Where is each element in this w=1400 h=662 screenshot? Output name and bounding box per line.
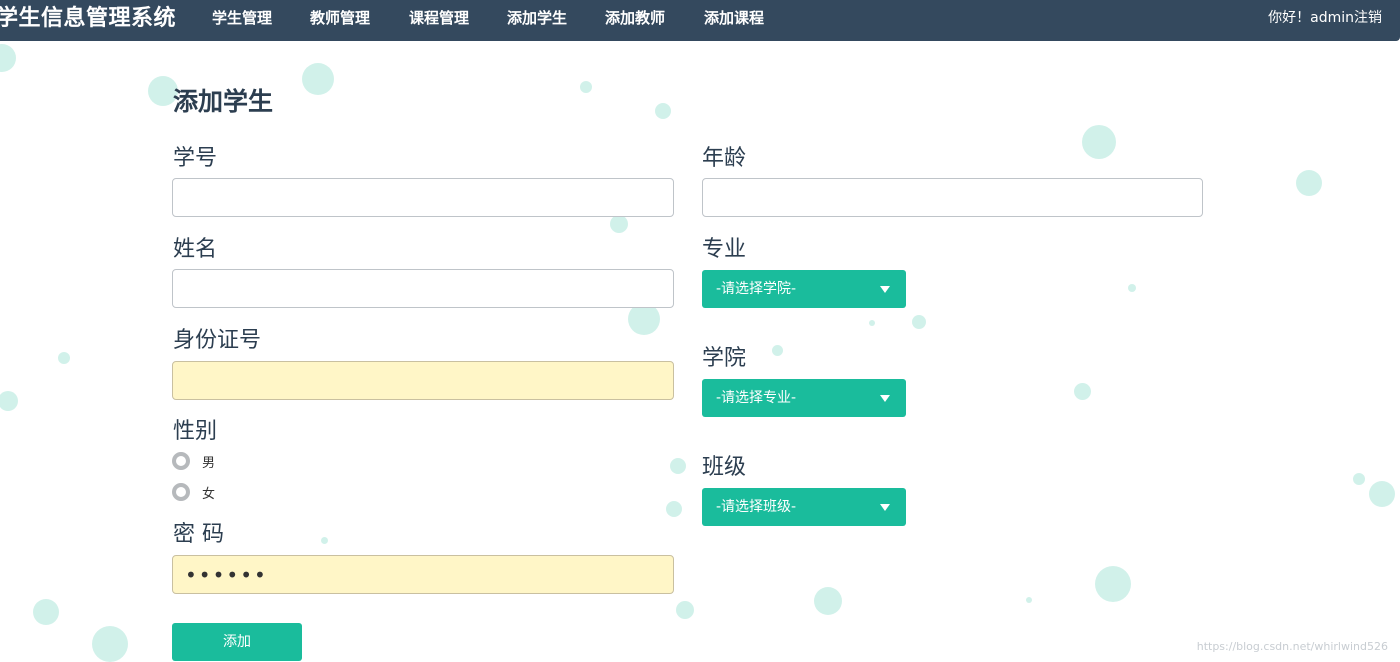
student-id-input[interactable] [172, 178, 674, 217]
gender-male-label: 男 [202, 455, 216, 471]
nav-course-management[interactable]: 课程管理 [409, 0, 469, 36]
caret-down-icon [880, 504, 890, 511]
nav-add-teacher[interactable]: 添加教师 [605, 0, 665, 36]
age-input[interactable] [702, 178, 1203, 217]
college-select-value: -请选择专业- [716, 390, 797, 406]
nav-add-student[interactable]: 添加学生 [507, 0, 567, 36]
name-label: 姓名 [173, 237, 218, 262]
college-select[interactable]: -请选择专业- [702, 379, 906, 417]
radio-circle-icon [172, 452, 190, 470]
top-navbar: 学生信息管理系统 学生管理 教师管理 课程管理 添加学生 添加教师 添加课程 你… [0, 0, 1400, 41]
brand-title: 学生信息管理系统 [0, 6, 177, 31]
add-student-form: 添加学生 学号 姓名 身份证号 性别 男 女 密 码 年龄 专业 -请选择学院-… [0, 0, 1400, 662]
nav-teacher-management[interactable]: 教师管理 [310, 0, 370, 36]
user-greeting: 你好！admin [1268, 10, 1354, 26]
nav-add-course[interactable]: 添加课程 [704, 0, 764, 36]
age-label: 年龄 [702, 146, 747, 171]
id-card-label: 身份证号 [173, 328, 262, 353]
nav-student-management[interactable]: 学生管理 [212, 0, 272, 36]
id-card-input[interactable] [172, 361, 674, 400]
radio-circle-icon [172, 483, 190, 501]
college-label: 学院 [702, 346, 747, 371]
name-input[interactable] [172, 269, 674, 308]
caret-down-icon [880, 395, 890, 402]
user-area: 你好！admin注销 [1268, 0, 1382, 36]
caret-down-icon [880, 286, 890, 293]
class-select[interactable]: -请选择班级- [702, 488, 906, 526]
add-button[interactable]: 添加 [172, 623, 302, 661]
password-label: 密 码 [173, 522, 224, 547]
class-select-value: -请选择班级- [716, 499, 797, 515]
major-select-value: -请选择学院- [716, 281, 797, 297]
gender-male-radio[interactable]: 男 [172, 450, 215, 472]
gender-female-label: 女 [202, 486, 216, 502]
page-title: 添加学生 [173, 87, 274, 116]
password-input[interactable] [172, 555, 674, 594]
logout-link[interactable]: 注销 [1354, 10, 1382, 26]
major-label: 专业 [702, 237, 747, 262]
student-id-label: 学号 [173, 146, 218, 171]
major-select[interactable]: -请选择学院- [702, 270, 906, 308]
gender-female-radio[interactable]: 女 [172, 481, 215, 503]
class-label: 班级 [702, 455, 747, 480]
watermark-text: https://blog.csdn.net/whirlwind526 [1196, 640, 1388, 653]
gender-label: 性别 [173, 419, 218, 444]
